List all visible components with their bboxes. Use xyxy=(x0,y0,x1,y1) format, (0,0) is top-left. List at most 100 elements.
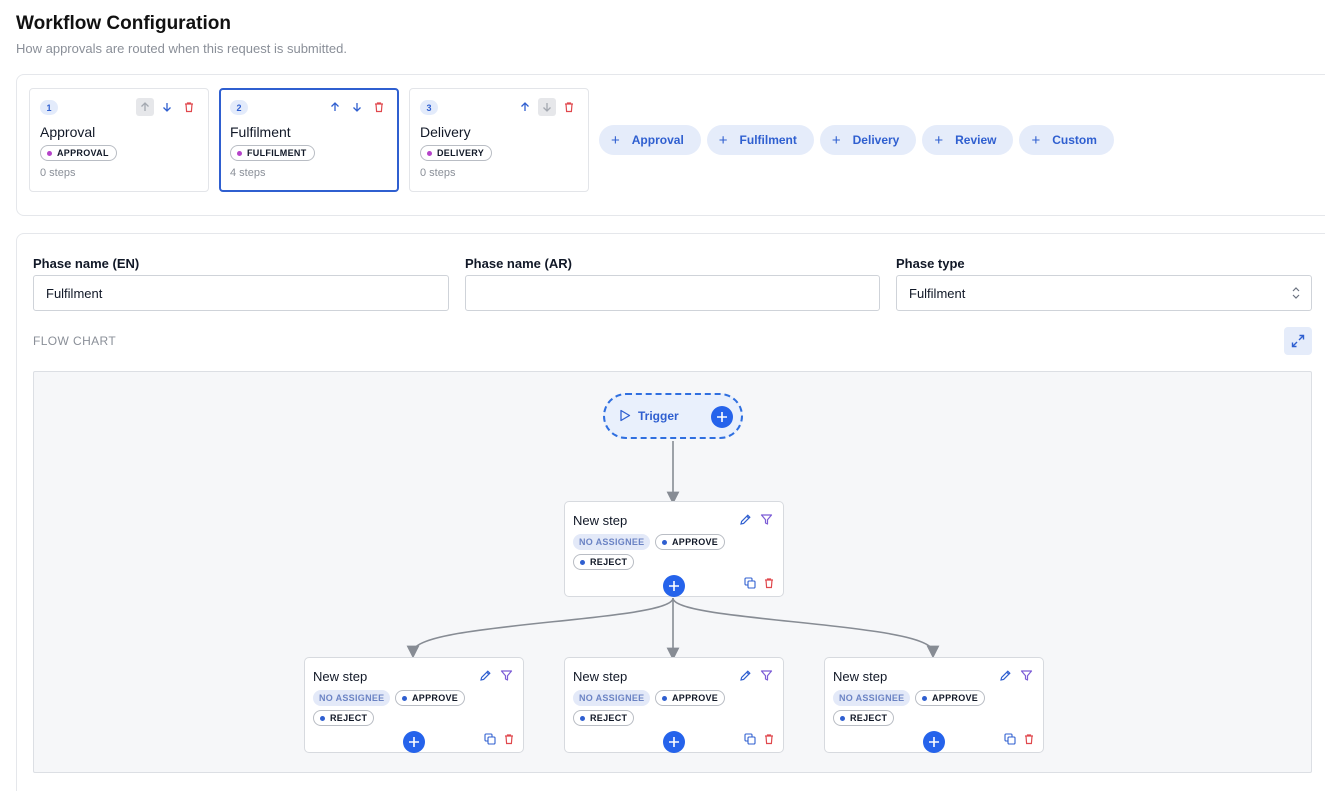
delete-icon[interactable] xyxy=(180,98,198,116)
step-node[interactable]: New step NO ASSIGNEE APPROVE REJECT xyxy=(304,657,524,753)
approve-label: APPROVE xyxy=(672,693,719,703)
duplicate-icon[interactable] xyxy=(484,733,496,745)
move-up-icon[interactable] xyxy=(136,98,154,116)
edit-icon[interactable] xyxy=(739,669,752,682)
play-icon xyxy=(620,409,631,422)
delete-icon[interactable] xyxy=(1023,733,1035,745)
badge-dot xyxy=(580,715,585,721)
step-add-button[interactable] xyxy=(923,731,945,753)
move-down-icon[interactable] xyxy=(158,98,176,116)
step-tools xyxy=(739,669,773,682)
type-dot xyxy=(237,150,242,156)
add-delivery-phase-button[interactable]: + Delivery xyxy=(819,125,917,155)
type-dot xyxy=(47,150,52,156)
add-approval-phase-button[interactable]: + Approval xyxy=(599,125,701,155)
duplicate-icon[interactable] xyxy=(744,733,756,745)
step-node[interactable]: New step NO ASSIGNEE APPROVE REJECT xyxy=(564,501,784,597)
phase-name: Fulfilment xyxy=(230,124,291,140)
move-up-icon[interactable] xyxy=(516,98,534,116)
phase-name-ar-label: Phase name (AR) xyxy=(465,256,572,271)
step-add-button[interactable] xyxy=(403,731,425,753)
filter-icon[interactable] xyxy=(760,669,773,682)
phase-type-pill: APPROVAL xyxy=(40,145,117,161)
connector-step-to-right xyxy=(672,597,940,659)
step-add-button[interactable] xyxy=(663,575,685,597)
phase-name-en-input[interactable]: Fulfilment xyxy=(33,275,449,311)
edit-icon[interactable] xyxy=(739,513,752,526)
phase-card-delivery[interactable]: 3 Delivery DELIVERY 0 steps xyxy=(409,88,589,192)
no-assignee-badge: NO ASSIGNEE xyxy=(313,690,391,706)
delete-icon[interactable] xyxy=(503,733,515,745)
step-add-button[interactable] xyxy=(663,731,685,753)
add-phase-label: Custom xyxy=(1052,133,1097,147)
phase-type-select[interactable]: Fulfilment xyxy=(896,275,1312,311)
reject-action-badge: REJECT xyxy=(573,710,635,726)
add-phase-buttons: + Approval + Fulfilment + Delivery + Review … xyxy=(599,125,1114,155)
phase-card-actions xyxy=(136,98,198,116)
reject-label: REJECT xyxy=(590,713,628,723)
no-assignee-badge: NO ASSIGNEE xyxy=(573,690,651,706)
filter-icon[interactable] xyxy=(1020,669,1033,682)
step-tools xyxy=(739,513,773,526)
no-assignee-badge: NO ASSIGNEE xyxy=(833,690,911,706)
duplicate-icon[interactable] xyxy=(744,577,756,589)
step-node[interactable]: New step NO ASSIGNEE APPROVE REJECT xyxy=(564,657,784,753)
plus-icon xyxy=(669,581,679,591)
edit-icon[interactable] xyxy=(479,669,492,682)
filter-icon[interactable] xyxy=(760,513,773,526)
delete-icon[interactable] xyxy=(560,98,578,116)
filter-icon[interactable] xyxy=(500,669,513,682)
step-tools xyxy=(999,669,1033,682)
move-down-icon[interactable] xyxy=(348,98,366,116)
phase-card-actions xyxy=(326,98,388,116)
step-bottom-tools xyxy=(484,733,515,745)
add-custom-phase-button[interactable]: + Custom xyxy=(1019,125,1114,155)
reject-action-badge: REJECT xyxy=(573,554,635,570)
move-down-icon[interactable] xyxy=(538,98,556,116)
step-bottom-tools xyxy=(744,577,775,589)
phase-type-label: Phase type xyxy=(896,256,965,271)
phase-type-pill: DELIVERY xyxy=(420,145,493,161)
approve-action-badge: APPROVE xyxy=(655,690,726,706)
delete-icon[interactable] xyxy=(370,98,388,116)
phase-name-ar-input[interactable] xyxy=(465,275,880,311)
phase-number-badge: 1 xyxy=(40,100,58,115)
phase-name-en-value: Fulfilment xyxy=(46,285,103,301)
delete-icon[interactable] xyxy=(763,577,775,589)
phase-name-en-label: Phase name (EN) xyxy=(33,256,140,271)
trigger-node[interactable]: Trigger xyxy=(603,393,743,439)
badge-dot xyxy=(402,695,407,701)
no-assignee-badge: NO ASSIGNEE xyxy=(573,534,651,550)
add-fulfilment-phase-button[interactable]: + Fulfilment xyxy=(706,125,814,155)
approve-label: APPROVE xyxy=(412,693,459,703)
add-review-phase-button[interactable]: + Review xyxy=(922,125,1014,155)
badge-dot xyxy=(320,715,325,721)
phase-type-label: APPROVAL xyxy=(57,148,109,158)
phases-panel: 1 Approval APPROVAL 0 steps 2 Fulfilment… xyxy=(16,74,1325,216)
phase-card-fulfilment[interactable]: 2 Fulfilment FULFILMENT 4 steps xyxy=(219,88,399,192)
phase-name: Delivery xyxy=(420,124,471,140)
trigger-add-button[interactable] xyxy=(711,406,733,428)
phase-step-count: 0 steps xyxy=(40,167,76,179)
duplicate-icon[interactable] xyxy=(1004,733,1016,745)
step-title: New step xyxy=(833,669,888,684)
reject-label: REJECT xyxy=(590,557,628,567)
edit-icon[interactable] xyxy=(999,669,1012,682)
move-up-icon[interactable] xyxy=(326,98,344,116)
reject-label: REJECT xyxy=(850,713,888,723)
plus-icon xyxy=(929,737,939,747)
flow-chart-canvas[interactable]: Trigger New step NO ASSIGNEE APPROVE REJ… xyxy=(33,371,1312,773)
step-node[interactable]: New step NO ASSIGNEE APPROVE REJECT xyxy=(824,657,1044,753)
expand-button[interactable] xyxy=(1284,327,1312,355)
plus-icon xyxy=(717,412,727,422)
phase-editor-panel: Phase name (EN) Fulfilment Phase name (A… xyxy=(16,233,1325,791)
reject-action-badge: REJECT xyxy=(833,710,895,726)
expand-icon xyxy=(1291,334,1305,348)
plus-icon xyxy=(409,737,419,747)
step-title: New step xyxy=(573,669,628,684)
phase-card-approval[interactable]: 1 Approval APPROVAL 0 steps xyxy=(29,88,209,192)
phase-type-value: Fulfilment xyxy=(909,285,966,301)
delete-icon[interactable] xyxy=(763,733,775,745)
trigger-label: Trigger xyxy=(638,409,679,423)
reject-action-badge: REJECT xyxy=(313,710,375,726)
